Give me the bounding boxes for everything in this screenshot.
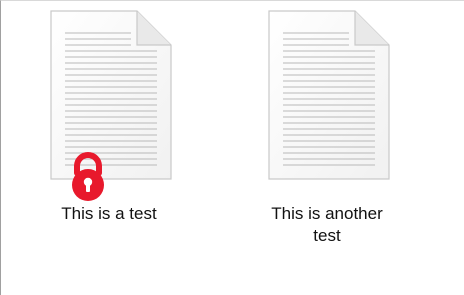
text-document-icon	[268, 10, 390, 180]
file-name-label: This is a test	[61, 204, 157, 223]
file-list-pane: This is a test This is another test	[0, 0, 464, 295]
file-item-this-is-a-test[interactable]: This is a test	[34, 7, 184, 265]
file-name-label: This is another test	[271, 204, 383, 245]
padlock-icon	[72, 152, 104, 201]
text-document-icon	[50, 10, 172, 180]
file-item-this-is-another-test[interactable]: This is another test	[252, 7, 402, 265]
